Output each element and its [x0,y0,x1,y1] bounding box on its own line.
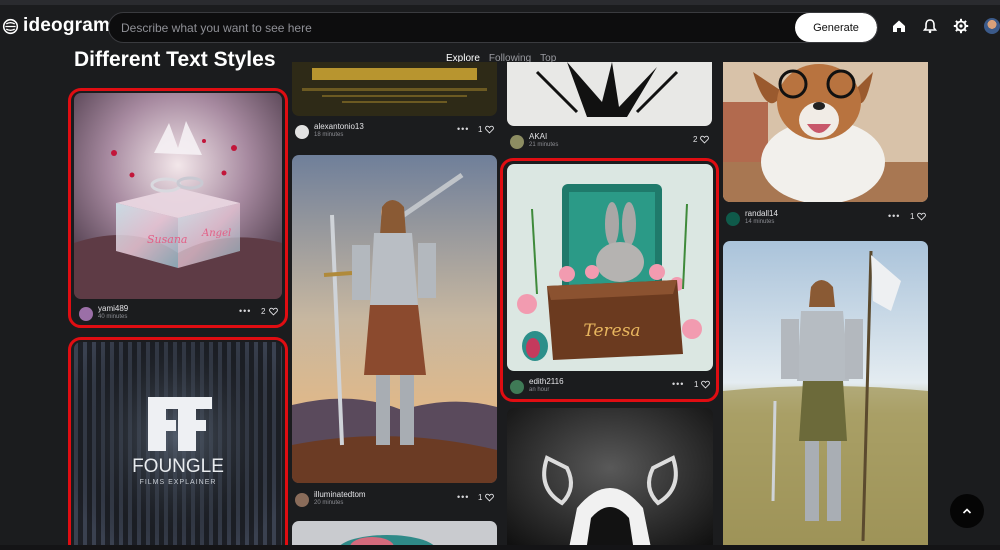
username[interactable]: illuminatedtom [314,490,366,499]
prompt-bar: Generate [108,12,878,43]
movie-poster-image[interactable] [292,62,497,116]
dog-with-glasses-image[interactable] [723,62,928,202]
avatar[interactable] [510,135,524,149]
logo[interactable]: ideogram [2,15,110,37]
ideogram-logo-icon [2,18,19,34]
heart-icon[interactable] [917,212,926,221]
heart-icon[interactable] [700,135,709,144]
avatar[interactable] [295,125,309,139]
knight-with-flag-image[interactable] [723,241,928,550]
like-count: 1 [478,493,483,502]
dragon-hood-image[interactable] [507,408,713,550]
card-meta-akai: AKAI 21 minutes 2 [510,131,710,161]
user-avatar[interactable] [984,18,1000,34]
avatar[interactable] [295,493,309,507]
card-meta-dog: randall14 14 minutes ••• 1 [726,208,926,238]
highlight-box [68,88,288,328]
more-options-icon[interactable]: ••• [888,211,900,221]
generate-button[interactable]: Generate [795,13,877,42]
like-count: 2 [693,135,698,144]
heart-icon[interactable] [485,125,494,134]
more-options-icon[interactable]: ••• [457,492,469,502]
gear-icon[interactable] [953,18,969,34]
page-title: Different Text Styles [74,48,276,71]
bell-icon[interactable] [922,18,938,34]
username[interactable]: randall14 [745,209,778,218]
browser-status-bar [0,545,1000,550]
timestamp: 14 minutes [745,219,775,225]
timestamp: 20 minutes [314,500,344,506]
timestamp: 18 minutes [314,132,344,138]
ink-splash-image[interactable] [507,62,712,126]
highlight-box [68,337,288,550]
prompt-input[interactable] [121,13,791,42]
username[interactable]: AKAI [529,132,547,141]
scroll-to-top-button[interactable] [950,494,984,528]
card-meta-poster: alexantonio13 18 minutes ••• 1 [295,121,495,151]
timestamp: 21 minutes [529,142,559,148]
card-meta-knight: illuminatedtom 20 minutes ••• 1 [295,489,495,519]
highlight-box [500,158,719,402]
like-count: 1 [478,125,483,134]
top-bar: ideogram Generate [0,0,1000,52]
more-options-icon[interactable]: ••• [457,124,469,134]
browser-strip [0,0,1000,5]
heart-icon[interactable] [485,493,494,502]
armored-woman-image[interactable] [292,155,497,483]
logo-text: ideogram [23,15,111,36]
avatar[interactable] [726,212,740,226]
chevron-up-icon [962,508,972,514]
like-count: 1 [910,212,915,221]
home-icon[interactable] [891,18,907,34]
username[interactable]: alexantonio13 [314,122,364,131]
